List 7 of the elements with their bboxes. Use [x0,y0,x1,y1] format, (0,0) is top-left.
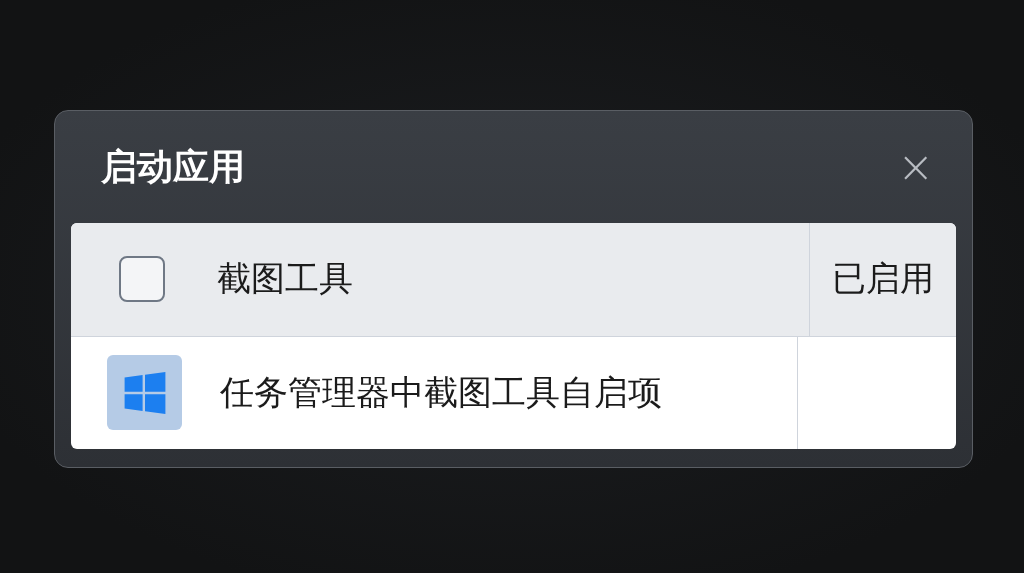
dialog-title: 启动应用 [101,144,245,189]
column-header: 截图工具 [217,257,353,301]
column-header: 已启用 [832,257,934,301]
close-button[interactable]: × [897,145,934,189]
windows-logo-icon [107,355,182,431]
row-label: 任务管理器中截图工具自启项 [220,370,662,414]
checkbox[interactable] [119,256,165,303]
